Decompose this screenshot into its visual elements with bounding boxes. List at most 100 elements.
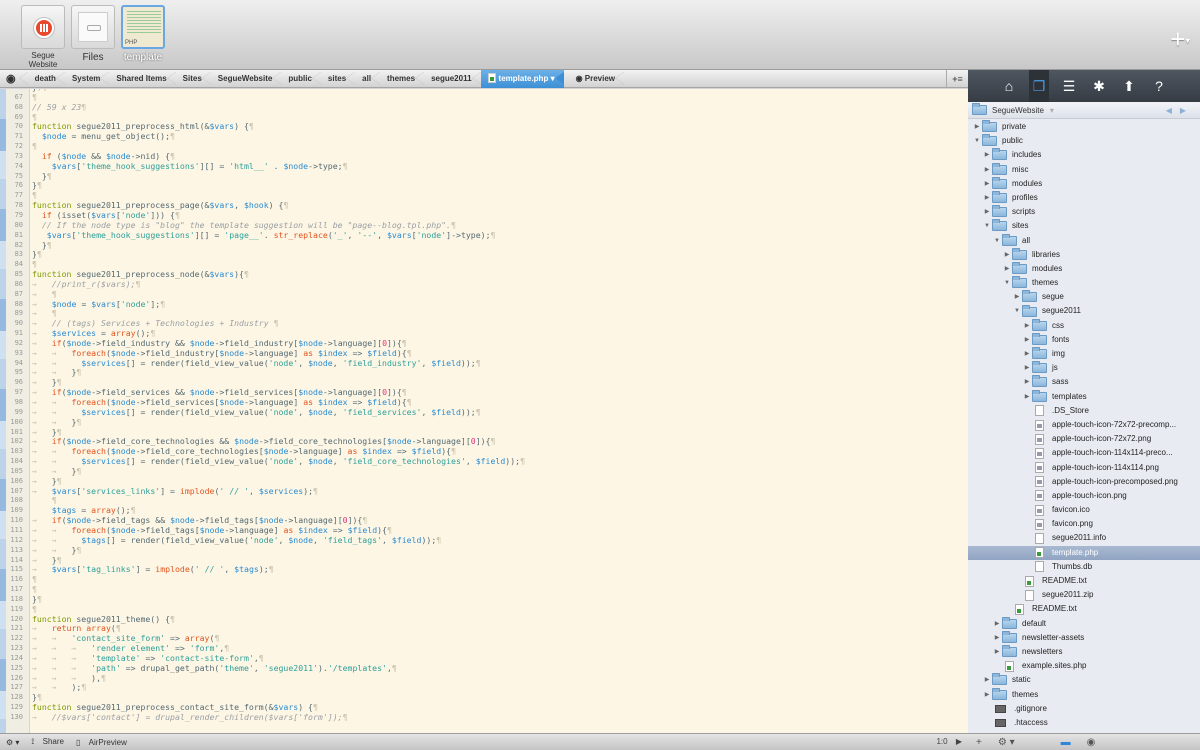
remote-globe-icon[interactable]: ◉ [1079,737,1104,748]
disclosure-closed-icon[interactable]: ▶ [982,148,992,162]
tile-segue-website[interactable]: Segue Website [20,5,66,69]
disclosure-closed-icon[interactable]: ▶ [992,645,1002,659]
breadcrumb-item[interactable]: Shared Items [109,70,176,88]
disclosure-closed-icon[interactable]: ▶ [982,177,992,191]
disclosure-open-icon[interactable]: ▼ [1012,304,1022,318]
code-line[interactable]: 67 ¶ [0,92,968,103]
code-line[interactable]: 85 function segue2011_preprocess_node(&$v… [0,269,968,280]
tree-folder[interactable]: ▶ default [968,616,1200,631]
tree-folder[interactable]: ▶ newsletters [968,645,1200,659]
disclosure-closed-icon[interactable]: ▶ [1022,333,1032,347]
tree-folder[interactable]: ▶ css [968,318,1200,333]
cursor-position[interactable]: 1:0 ▶ [930,737,962,746]
tree-folder[interactable]: ▶ private [968,120,1200,134]
history-nav[interactable]: ◀▶ [1166,106,1200,115]
code-line[interactable]: 99 → → $services[] = render(field_view_va… [0,407,968,418]
code-line[interactable]: 112 → → $tags[] = render(field_view_value… [0,535,968,546]
gear-menu-button[interactable]: ⚙ ▾ [990,737,1023,748]
tree-folder[interactable]: ▶ static [968,673,1200,687]
code-line[interactable]: 108 ¶ [0,496,968,506]
code-line[interactable]: 116 ¶ [0,574,968,585]
tree-file[interactable]: favicon.ico [968,503,1200,517]
clips-icon[interactable]: ☰ [1059,70,1079,102]
outline-button[interactable]: +≡ [946,70,968,88]
code-line[interactable]: 130 → //$vars['contact'] = drupal_render_… [0,712,968,723]
disclosure-closed-icon[interactable]: ▶ [1022,375,1032,389]
tree-file[interactable]: favicon.png [968,517,1200,531]
tree-file[interactable]: apple-touch-icon.png [968,489,1200,503]
tree-folder[interactable]: ▼ all [968,233,1200,248]
tree-file[interactable]: README.txt [968,574,1200,588]
tree-file[interactable]: .htaccess [968,716,1200,730]
code-line[interactable]: 126 → → → ),¶ [0,673,968,684]
tree-folder[interactable]: ▼ sites [968,219,1200,233]
publish-icon[interactable]: ⬆ [1119,70,1139,102]
tree-file[interactable]: .gitignore [968,702,1200,716]
code-line[interactable]: 105 → → }¶ [0,466,968,477]
disclosure-closed-icon[interactable]: ▶ [972,120,982,134]
code-line[interactable]: 81 $vars['theme_hook_suggestions'][] = '… [0,230,968,241]
disclosure-open-icon[interactable]: ▼ [982,219,992,233]
breadcrumb-item[interactable]: all [355,70,380,88]
tree-folder[interactable]: ▼ themes [968,276,1200,290]
tree-folder[interactable]: ▶ js [968,361,1200,375]
tree-folder[interactable]: ▶ includes [968,148,1200,162]
breadcrumb-item[interactable]: themes [380,70,425,88]
tree-file[interactable]: example.sites.php [968,659,1200,673]
tree-file[interactable]: template.php [968,545,1200,560]
disclosure-closed-icon[interactable]: ▶ [1022,361,1032,375]
tree-folder[interactable]: ▼ segue2011 [968,304,1200,318]
breadcrumb-item[interactable]: SegueWebsite [211,70,282,88]
tree-folder[interactable]: ▶ fonts [968,332,1200,347]
code-line[interactable]: 120 function segue2011_theme() {¶ [0,614,968,625]
code-line[interactable]: 104 → → $services[] = render(field_view_v… [0,456,968,467]
breadcrumb-item[interactable]: public [281,70,321,88]
code-line[interactable]: 74 $vars['theme_hook_suggestions'][] = '… [0,161,968,172]
code-line[interactable]: 68// 59 x 23¶ [0,102,968,113]
tree-folder[interactable]: ▶ segue [968,290,1200,304]
add-file-button[interactable]: + [968,737,990,748]
tree-folder[interactable]: ▶ modules [968,261,1200,276]
disclosure-closed-icon[interactable]: ▶ [1002,262,1012,276]
code-line[interactable]: 117 ¶ [0,584,968,595]
disclosure-closed-icon[interactable]: ▶ [992,631,1002,645]
eye-icon[interactable]: ◉ [0,70,28,88]
code-line[interactable]: 107 → $vars['services_links'] = implode('… [0,486,968,497]
tree-file[interactable]: apple-touch-icon-114x114-preco... [968,446,1200,460]
tree-file[interactable]: apple-touch-icon-72x72.png [968,432,1200,446]
gear-menu-button[interactable]: ⚙ ▾ [6,738,19,747]
code-line[interactable]: 75 }¶ [0,171,968,182]
disclosure-closed-icon[interactable]: ▶ [982,688,992,702]
tree-file[interactable]: apple-touch-icon-114x114.png [968,461,1200,475]
disclosure-closed-icon[interactable]: ▶ [982,191,992,205]
preview-button[interactable]: ◉ Preview [564,70,625,88]
code-line[interactable]: 83}¶ [0,249,968,260]
disclosure-closed-icon[interactable]: ▶ [1022,347,1032,361]
code-line[interactable]: 82 }¶ [0,240,968,251]
tree-folder[interactable]: ▶ sass [968,375,1200,389]
tree-folder[interactable]: ▶ newsletter-assets [968,630,1200,645]
disclosure-closed-icon[interactable]: ▶ [1022,319,1032,333]
breadcrumb-item[interactable]: segue2011 [424,70,482,88]
site-selector[interactable]: SegueWebsite ▾ ◀▶ [968,102,1200,119]
files-icon[interactable]: ❐ [1029,70,1049,102]
local-files-icon[interactable]: ▬ [1053,737,1079,748]
airpreview-button[interactable]: ▯ AirPreview [70,738,127,747]
disclosure-open-icon[interactable]: ▼ [992,234,1002,248]
code-line[interactable]: 127 → → );¶ [0,683,968,693]
tree-folder[interactable]: ▶ libraries [968,247,1200,262]
tile-template[interactable]: PHP template [120,5,166,63]
tree-folder[interactable]: ▼ public [968,134,1200,148]
code-line[interactable]: 118}¶ [0,594,968,605]
breadcrumb-item[interactable]: Sites [176,70,211,88]
disclosure-open-icon[interactable]: ▼ [1002,276,1012,290]
tree-folder[interactable]: ▶ profiles [968,191,1200,205]
code-line[interactable]: 86 → //print_r($vars);¶ [0,279,968,290]
tree-file[interactable]: apple-touch-icon-precomposed.png [968,475,1200,489]
tree-folder[interactable]: ▶ img [968,347,1200,361]
tree-file[interactable]: README.txt [968,602,1200,616]
code-line[interactable]: 94 → → $services[] = render(field_view_va… [0,358,968,369]
tree-folder[interactable]: ▶ scripts [968,205,1200,219]
tree-folder[interactable]: ▶ modules [968,176,1200,191]
disclosure-closed-icon[interactable]: ▶ [992,617,1002,631]
